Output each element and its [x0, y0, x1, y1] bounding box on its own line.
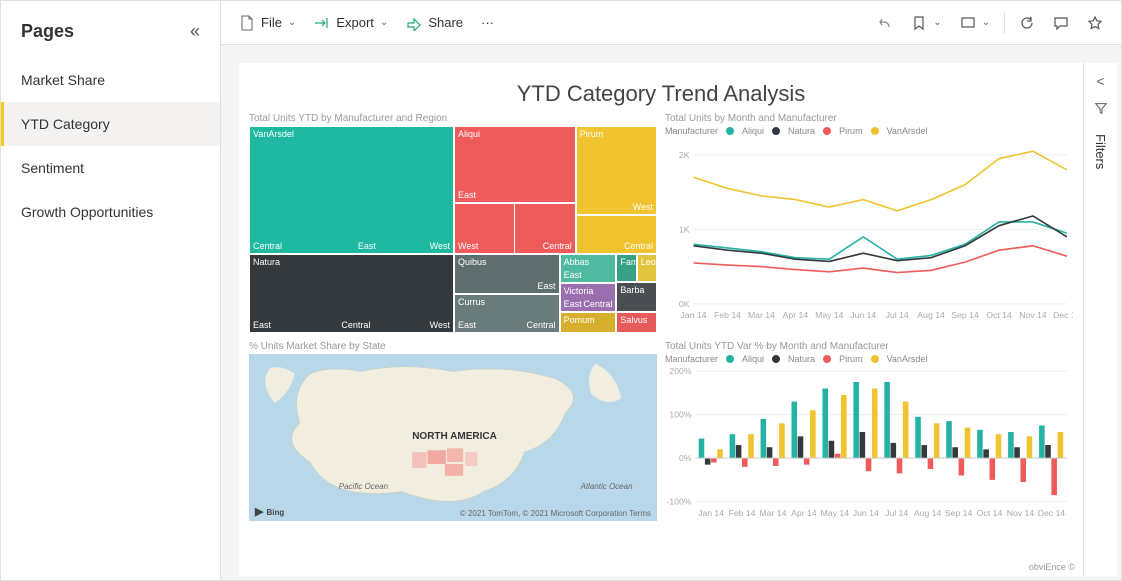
file-label: File: [261, 15, 282, 30]
visual-line-chart[interactable]: Total Units by Month and Manufacturer Ma…: [665, 113, 1073, 333]
star-icon: [1087, 15, 1103, 31]
svg-text:Mar 14: Mar 14: [748, 310, 775, 320]
share-label: Share: [428, 15, 463, 30]
visual-treemap[interactable]: Total Units YTD by Manufacturer and Regi…: [249, 113, 657, 333]
page-tab-market-share[interactable]: Market Share: [1, 58, 220, 102]
chevron-down-icon: ⌄: [982, 17, 990, 28]
svg-text:May 14: May 14: [821, 508, 850, 518]
view-button[interactable]: ⌄: [952, 9, 998, 37]
svg-text:0%: 0%: [679, 453, 692, 463]
legend: Manufacturer Aliqui Natura Pirum VanArsd…: [665, 126, 1073, 136]
toolbar: File ⌄ Export ⌄ Share ··· ⌄: [221, 1, 1121, 45]
refresh-button[interactable]: [1011, 9, 1043, 37]
page-tab-growth-opportunities[interactable]: Growth Opportunities: [1, 190, 220, 234]
svg-text:Apr 14: Apr 14: [791, 508, 817, 518]
comment-button[interactable]: [1045, 9, 1077, 37]
comment-icon: [1053, 15, 1069, 31]
legend: Manufacturer Aliqui Natura Pirum VanArsd…: [665, 354, 1073, 364]
svg-text:Dec 14: Dec 14: [1038, 508, 1066, 518]
svg-text:Aug 14: Aug 14: [917, 310, 945, 320]
map-center-label: NORTH AMERICA: [412, 431, 497, 442]
svg-text:Jun 14: Jun 14: [853, 508, 879, 518]
svg-text:Feb 14: Feb 14: [729, 508, 756, 518]
share-icon: [406, 15, 422, 31]
map-bing: Bing: [267, 508, 285, 517]
more-icon: ···: [481, 15, 494, 30]
chevron-down-icon: ⌄: [933, 17, 941, 28]
svg-text:100%: 100%: [669, 410, 691, 420]
view-icon: [960, 15, 976, 31]
filters-pane[interactable]: < Filters: [1083, 63, 1117, 576]
chevron-down-icon: ⌄: [288, 17, 296, 28]
map-atlantic-label: Atlantic Ocean: [581, 482, 633, 491]
bookmark-icon: [911, 15, 927, 31]
visual-map[interactable]: % Units Market Share by State: [249, 341, 657, 521]
file-icon: [239, 15, 255, 31]
expand-filters-icon[interactable]: <: [1096, 73, 1104, 89]
undo-icon: [877, 15, 893, 31]
svg-text:Oct 14: Oct 14: [977, 508, 1003, 518]
visual-title: Total Units YTD by Manufacturer and Regi…: [249, 113, 657, 124]
svg-text:Oct 14: Oct 14: [986, 310, 1012, 320]
svg-text:Sep 14: Sep 14: [945, 508, 973, 518]
svg-text:1K: 1K: [679, 224, 690, 234]
credit: obviEnce ©: [1029, 562, 1075, 572]
pages-pane: Pages « Market ShareYTD CategorySentimen…: [1, 1, 221, 580]
undo-button[interactable]: [869, 9, 901, 37]
visual-title: % Units Market Share by State: [249, 341, 657, 352]
svg-text:Jan 14: Jan 14: [698, 508, 724, 518]
svg-text:Jan 14: Jan 14: [681, 310, 707, 320]
toolbar-divider: [1004, 12, 1005, 34]
svg-text:Aug 14: Aug 14: [914, 508, 942, 518]
svg-text:Sep 14: Sep 14: [951, 310, 979, 320]
export-button[interactable]: Export ⌄: [306, 9, 396, 37]
filter-funnel-icon[interactable]: [1094, 101, 1108, 118]
bookmark-button[interactable]: ⌄: [903, 9, 949, 37]
svg-text:Jul 14: Jul 14: [886, 310, 909, 320]
filters-label: Filters: [1093, 134, 1108, 169]
page-tab-ytd-category[interactable]: YTD Category: [1, 102, 220, 146]
collapse-pages-icon[interactable]: «: [190, 21, 200, 42]
more-button[interactable]: ···: [473, 9, 502, 36]
favorite-button[interactable]: [1079, 9, 1111, 37]
svg-text:Nov 14: Nov 14: [1019, 310, 1047, 320]
visual-bar-chart[interactable]: Total Units YTD Var % by Month and Manuf…: [665, 341, 1073, 521]
visual-title: Total Units YTD Var % by Month and Manuf…: [665, 341, 1073, 352]
map[interactable]: NORTH AMERICA Pacific Ocean Atlantic Oce…: [249, 354, 657, 521]
svg-text:Jun 14: Jun 14: [850, 310, 876, 320]
export-label: Export: [336, 15, 374, 30]
report-title: YTD Category Trend Analysis: [239, 63, 1083, 113]
report-canvas[interactable]: YTD Category Trend Analysis Total Units …: [239, 63, 1083, 576]
page-tab-sentiment[interactable]: Sentiment: [1, 146, 220, 190]
svg-text:May 14: May 14: [815, 310, 844, 320]
svg-text:Mar 14: Mar 14: [759, 508, 786, 518]
svg-text:Feb 14: Feb 14: [714, 310, 741, 320]
svg-text:0K: 0K: [679, 299, 690, 309]
svg-text:200%: 200%: [669, 366, 691, 376]
chevron-down-icon: ⌄: [380, 17, 388, 28]
svg-text:Dec 14: Dec 14: [1053, 310, 1073, 320]
svg-text:Jul 14: Jul 14: [885, 508, 908, 518]
refresh-icon: [1019, 15, 1035, 31]
file-button[interactable]: File ⌄: [231, 9, 304, 37]
svg-text:2K: 2K: [679, 150, 690, 160]
svg-text:Nov 14: Nov 14: [1007, 508, 1035, 518]
svg-text:-100%: -100%: [666, 497, 691, 507]
export-icon: [314, 15, 330, 31]
visual-title: Total Units by Month and Manufacturer: [665, 113, 1073, 124]
main-area: File ⌄ Export ⌄ Share ··· ⌄: [221, 1, 1121, 580]
pages-title: Pages: [21, 21, 74, 42]
share-button[interactable]: Share: [398, 9, 471, 37]
map-pacific-label: Pacific Ocean: [339, 482, 388, 491]
svg-text:Apr 14: Apr 14: [783, 310, 809, 320]
map-copyright: © 2021 TomTom, © 2021 Microsoft Corporat…: [460, 509, 651, 518]
